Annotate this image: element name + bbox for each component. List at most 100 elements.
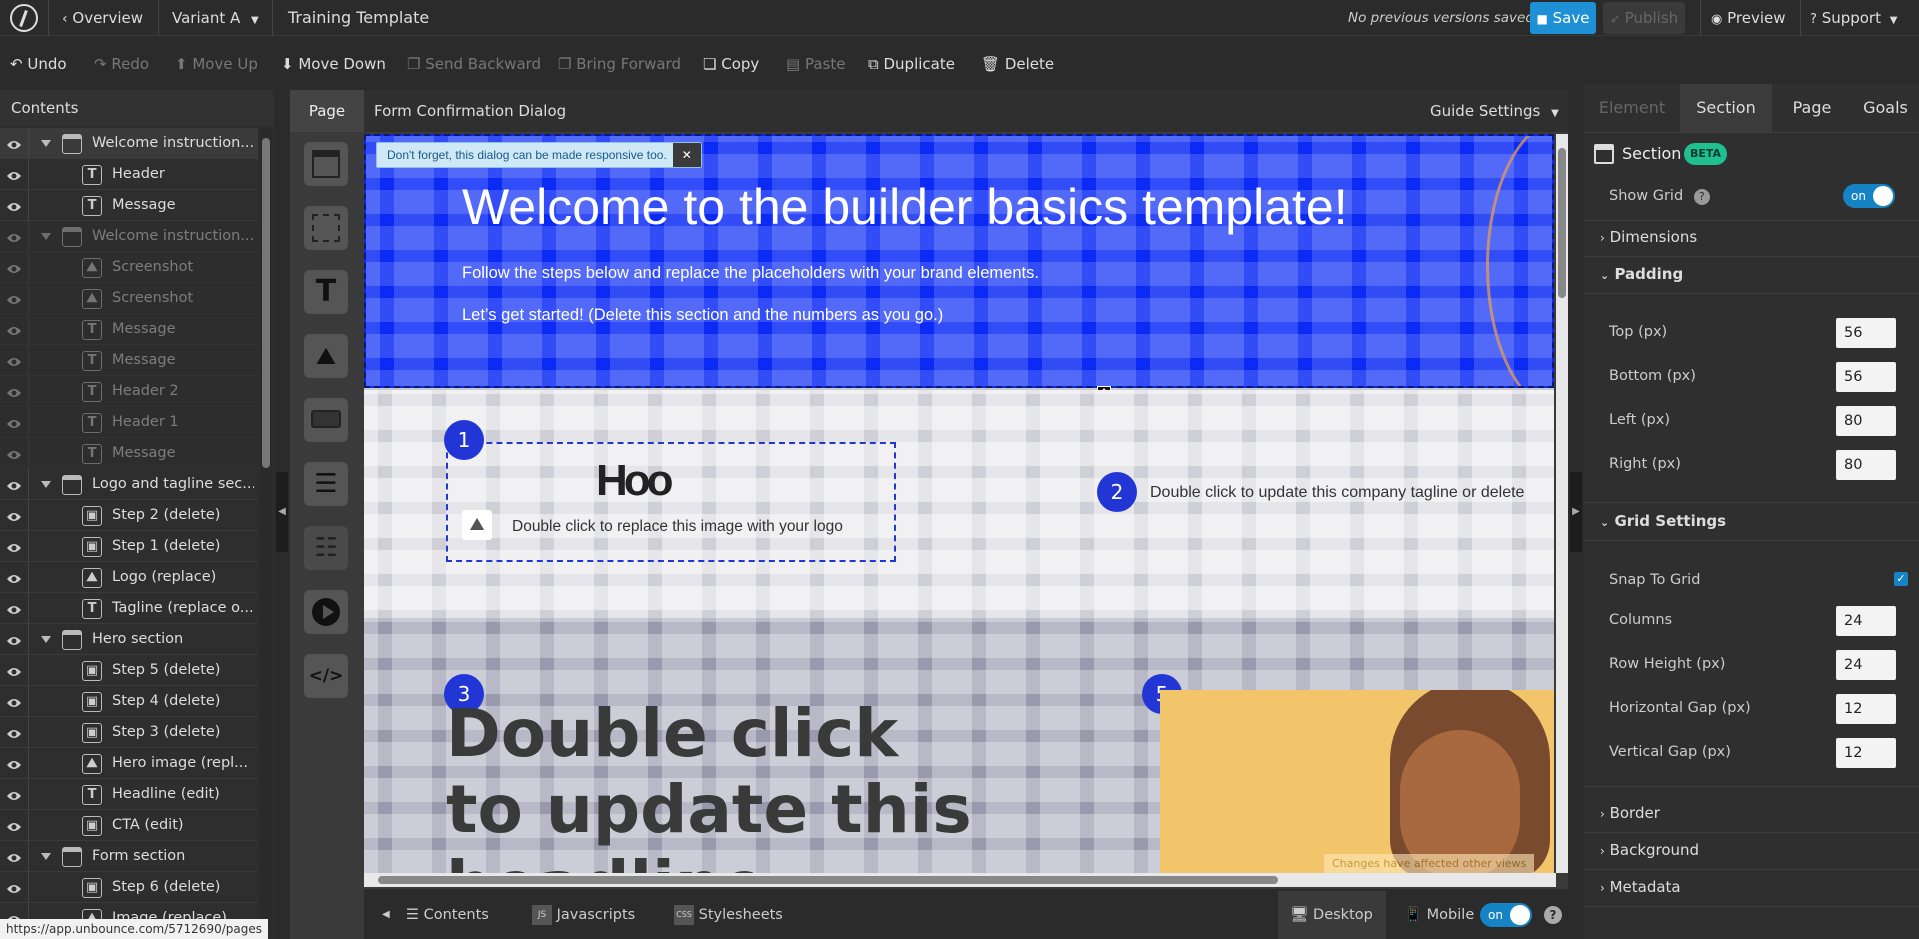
duplicate-button[interactable]: ⧉ Duplicate (868, 44, 955, 84)
visibility-eye-icon[interactable] (6, 571, 22, 583)
grid-settings-section[interactable]: ⌄ Grid Settings (1600, 512, 1726, 530)
expand-triangle-icon[interactable] (41, 481, 51, 488)
undo-button[interactable]: ↶ Undo (10, 44, 67, 84)
social-widget-tool-icon[interactable]: ☷ (304, 526, 348, 570)
visibility-eye-icon[interactable] (6, 850, 22, 862)
contents-section-row[interactable]: Welcome instruction... (0, 128, 258, 159)
redo-button[interactable]: ↷ Redo (94, 44, 149, 84)
close-tooltip-icon[interactable]: ✕ (672, 143, 701, 167)
background-section[interactable]: › Background (1600, 841, 1699, 859)
contents-item-row[interactable]: ▣ Step 4 (delete) (0, 686, 258, 717)
padding-section[interactable]: ⌄ Padding (1600, 265, 1683, 283)
page-viewport[interactable]: Welcome to the builder basics template! … (364, 134, 1554, 873)
bring-forward-button[interactable]: ❐ Bring Forward (558, 44, 681, 84)
padding-bottom-input[interactable]: 56 (1836, 362, 1896, 392)
section-tool-icon[interactable] (304, 142, 348, 186)
horizontal-gap-input[interactable]: 12 (1836, 694, 1896, 724)
tab-element[interactable]: Element (1584, 84, 1680, 132)
contents-section-row[interactable]: Hero section (0, 624, 258, 655)
visibility-eye-icon[interactable] (6, 664, 22, 676)
contents-item-row[interactable]: T Header (0, 159, 258, 190)
contents-item-row[interactable]: ⛰ Logo (replace) (0, 562, 258, 593)
expand-triangle-icon[interactable] (41, 636, 51, 643)
contents-item-row[interactable]: ▣ Step 6 (delete) (0, 872, 258, 903)
padding-left-input[interactable]: 80 (1836, 406, 1896, 436)
visibility-eye-icon[interactable] (6, 261, 22, 273)
visibility-eye-icon[interactable] (6, 602, 22, 614)
snap-to-grid-checkbox[interactable]: ✓ (1894, 572, 1908, 586)
canvas-vertical-scrollbar[interactable] (1556, 134, 1568, 873)
vertical-gap-input[interactable]: 12 (1836, 738, 1896, 768)
button-tool-icon[interactable] (304, 398, 348, 442)
visibility-eye-icon[interactable] (6, 726, 22, 738)
move-up-button[interactable]: ⬆ Move Up (175, 44, 258, 84)
text-tool-icon[interactable]: T (304, 270, 348, 314)
tagline-hint[interactable]: Double click to update this company tagl… (1150, 484, 1524, 502)
columns-input[interactable]: 24 (1836, 606, 1896, 636)
visibility-eye-icon[interactable] (6, 509, 22, 521)
visibility-eye-icon[interactable] (6, 540, 22, 552)
page-tab[interactable]: Page (290, 90, 364, 132)
welcome-line-2[interactable]: Let’s get started! (Delete this section … (462, 306, 943, 325)
move-down-button[interactable]: ⬇ Move Down (281, 44, 386, 84)
collapse-left-handle[interactable]: ◀ (276, 472, 288, 552)
contents-item-row[interactable]: ⛰ Screenshot (0, 283, 258, 314)
mobile-view-button[interactable]: 📱 Mobile (1404, 891, 1474, 939)
padding-top-input[interactable]: 56 (1836, 318, 1896, 348)
expand-triangle-icon[interactable] (41, 140, 51, 147)
contents-item-row[interactable]: ▣ Step 5 (delete) (0, 655, 258, 686)
unbounce-logo-icon[interactable] (10, 4, 38, 32)
dimensions-section[interactable]: › Dimensions (1600, 228, 1697, 246)
paste-button[interactable]: ▤ Paste (786, 44, 845, 84)
visibility-eye-icon[interactable] (6, 168, 22, 180)
tab-section[interactable]: Section (1680, 84, 1772, 132)
page-title[interactable]: Training Template (288, 0, 429, 36)
custom-html-tool-icon[interactable]: </> (304, 654, 348, 698)
logo-image-box[interactable]: Hoo ⛰ Double click to replace this image… (446, 442, 896, 562)
contents-item-row[interactable]: T Message (0, 314, 258, 345)
contents-section-row[interactable]: Form section (0, 841, 258, 872)
contents-item-row[interactable]: T Headline (edit) (0, 779, 258, 810)
contents-item-row[interactable]: T Header 2 (0, 376, 258, 407)
contents-toggle[interactable]: ☰ Contents (406, 891, 489, 939)
visibility-eye-icon[interactable] (6, 199, 22, 211)
video-tool-icon[interactable] (304, 590, 348, 634)
contents-item-row[interactable]: ⛰ Hero image (repl... (0, 748, 258, 779)
contents-item-row[interactable]: T Message (0, 438, 258, 469)
contents-section-row[interactable]: Logo and tagline sec... (0, 469, 258, 500)
publish-button[interactable]: ➶ Publish (1603, 2, 1685, 34)
copy-button[interactable]: ❏ Copy (703, 44, 759, 84)
border-section[interactable]: › Border (1600, 804, 1660, 822)
collapse-bottom-icon[interactable]: ◀ (382, 891, 390, 939)
welcome-line-1[interactable]: Follow the steps below and replace the p… (462, 264, 1039, 283)
contents-item-row[interactable]: T Message (0, 190, 258, 221)
contents-item-row[interactable]: ▣ Step 3 (delete) (0, 717, 258, 748)
visibility-eye-icon[interactable] (6, 137, 22, 149)
padding-right-input[interactable]: 80 (1836, 450, 1896, 480)
save-button[interactable]: ■ Save (1530, 2, 1596, 34)
guide-settings-dropdown[interactable]: Guide Settings ▼ (1430, 90, 1559, 135)
contents-item-row[interactable]: T Message (0, 345, 258, 376)
collapse-right-handle[interactable]: ▶ (1570, 472, 1582, 552)
visibility-eye-icon[interactable] (6, 323, 22, 335)
welcome-section[interactable]: Welcome to the builder basics template! … (364, 134, 1554, 388)
visibility-eye-icon[interactable] (6, 881, 22, 893)
welcome-title[interactable]: Welcome to the builder basics template! (462, 178, 1348, 236)
visibility-eye-icon[interactable] (6, 416, 22, 428)
expand-triangle-icon[interactable] (41, 853, 51, 860)
stylesheets-button[interactable]: CSS Stylesheets (674, 891, 783, 939)
show-grid-toggle[interactable]: on (1843, 184, 1895, 208)
row-height-input[interactable]: 24 (1836, 650, 1896, 680)
hero-image[interactable] (1160, 690, 1554, 873)
contents-item-row[interactable]: ▣ Step 2 (delete) (0, 500, 258, 531)
variant-dropdown[interactable]: Variant A ▼ (172, 0, 259, 36)
contents-scrollbar[interactable] (260, 128, 272, 932)
contents-item-row[interactable]: ▣ CTA (edit) (0, 810, 258, 841)
tab-page[interactable]: Page (1772, 84, 1852, 132)
logo-tagline-section[interactable]: Hoo ⛰ Double click to replace this image… (364, 390, 1554, 618)
visibility-eye-icon[interactable] (6, 385, 22, 397)
visibility-eye-icon[interactable] (6, 695, 22, 707)
hero-headline[interactable]: Double click to update this headline (446, 696, 986, 874)
visibility-eye-icon[interactable] (6, 447, 22, 459)
desktop-view-button[interactable]: 🖥 Desktop (1278, 891, 1386, 939)
